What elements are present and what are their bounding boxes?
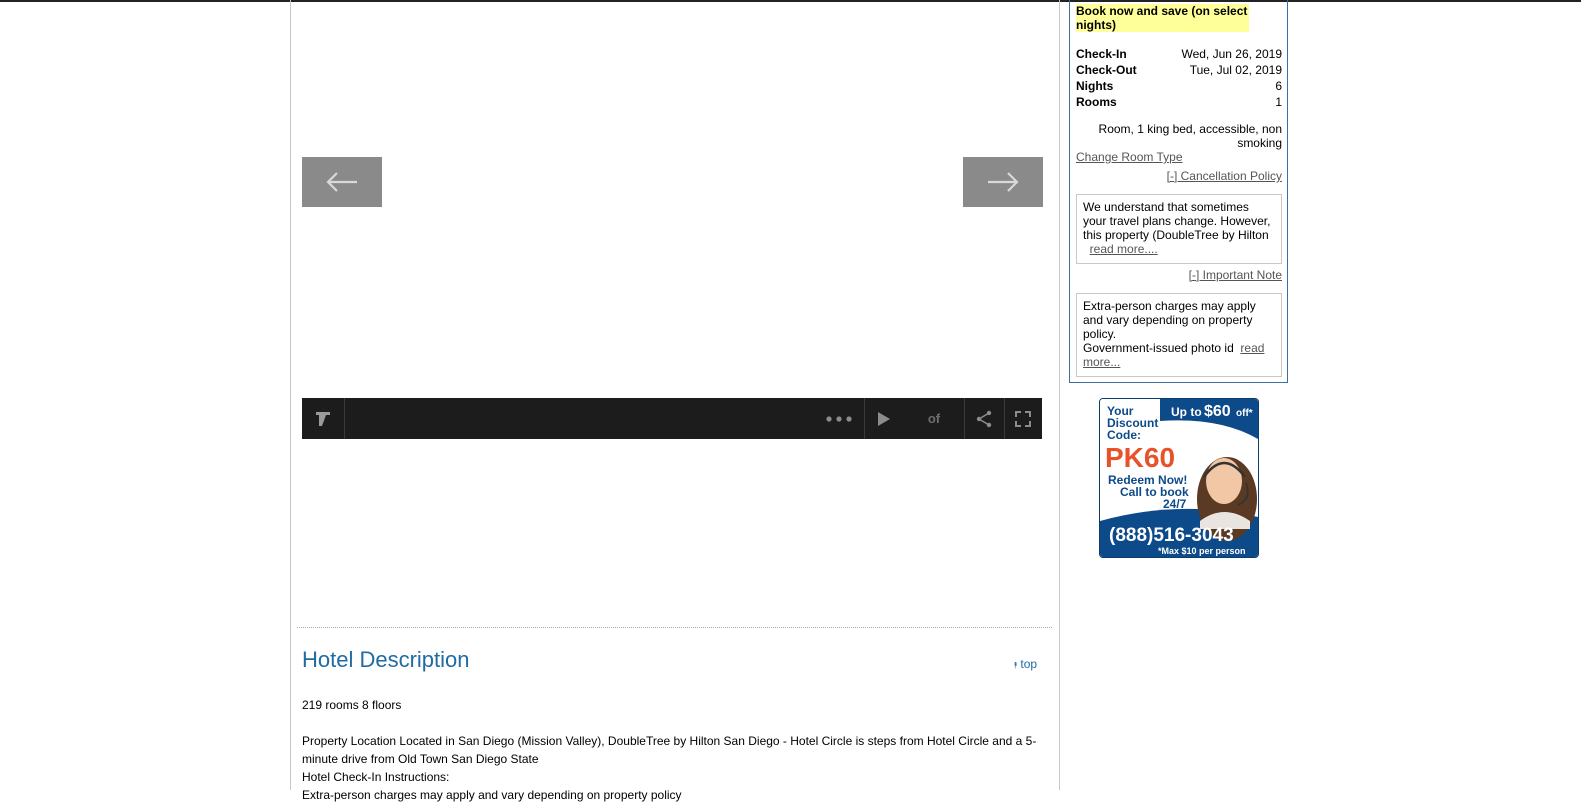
nights-label: Nights (1076, 79, 1114, 93)
player-more-button[interactable] (814, 398, 865, 439)
hotel-description-body: 219 rooms 8 floors Property Location Loc… (302, 696, 1042, 804)
important-note-text-2: Government-issued photo id (1083, 341, 1234, 355)
back-to-top-label: top (1020, 657, 1038, 671)
player-logo-icon (316, 411, 330, 426)
checkin-instructions-heading: Hotel Check-In Instructions: (302, 770, 450, 784)
fullscreen-icon (1015, 410, 1031, 427)
ad-promo-code: PK60 (1105, 442, 1175, 473)
arrow-left-icon (326, 172, 357, 192)
nights-row: Nights 6 (1076, 78, 1282, 94)
checkout-value: Tue, Jul 02, 2019 (1189, 63, 1282, 77)
play-icon (878, 411, 890, 426)
important-note-toggle[interactable]: [-] Important Note (1076, 268, 1282, 282)
rooms-value: 1 (1275, 95, 1282, 109)
cancellation-policy-text: We understand that sometimes your travel… (1083, 200, 1271, 242)
ad-code: Code: (1107, 428, 1141, 442)
player-fullscreen-button[interactable] (1004, 398, 1042, 439)
share-icon (976, 410, 992, 427)
back-to-top-link[interactable]: ⯭ top (1013, 657, 1037, 671)
gallery-next-button[interactable] (963, 157, 1043, 207)
player-counter: of (904, 398, 965, 439)
rooms-row: Rooms 1 (1076, 94, 1282, 110)
gallery-prev-button[interactable] (302, 157, 382, 207)
double-chevron-up-icon: ⯭ (1013, 660, 1019, 670)
cut-off-text: Extra-person charges may apply and vary … (302, 788, 682, 802)
checkin-row: Check-In Wed, Jun 26, 2019 (1076, 46, 1282, 62)
ad-off: off* (1236, 408, 1253, 419)
player-share-button[interactable] (964, 398, 1005, 439)
change-room-type-link[interactable]: Change Room Type (1076, 150, 1183, 164)
checkin-label: Check-In (1076, 47, 1127, 61)
rooms-floors-text: 219 rooms 8 floors (302, 698, 402, 712)
video-player-bar: of (302, 398, 1042, 439)
checkout-row: Check-Out Tue, Jul 02, 2019 (1076, 62, 1282, 78)
cancellation-policy-toggle[interactable]: [-] Cancellation Policy (1076, 169, 1282, 183)
property-location-text: Property Location Located in San Diego (… (302, 734, 1037, 766)
ad-footnote: *Max $10 per person (1158, 546, 1246, 556)
discount-ad-graphic: Your Discount Code: Up to $60 off* PK60 … (1100, 399, 1258, 557)
ad-phone: (888)516-3043 (1109, 525, 1234, 546)
player-play-button[interactable] (864, 398, 904, 439)
ad-hours: 24/7 (1163, 497, 1187, 511)
ad-up-to: Up to (1171, 405, 1202, 419)
cancellation-read-more-link[interactable]: read more.... (1090, 242, 1158, 256)
checkin-value: Wed, Jun 26, 2019 (1181, 47, 1282, 61)
ad-amount: $60 (1204, 403, 1231, 420)
checkout-label: Check-Out (1076, 63, 1137, 77)
rooms-label: Rooms (1076, 95, 1117, 109)
nights-value: 6 (1275, 79, 1282, 93)
section-divider (297, 627, 1052, 628)
important-note-box: Extra-person charges may apply and vary … (1076, 293, 1282, 377)
more-dots-icon (826, 415, 852, 422)
cancellation-policy-box: We understand that sometimes your travel… (1076, 194, 1282, 264)
room-type-text: Room, 1 king bed, accessible, non smokin… (1098, 122, 1282, 150)
important-note-text: Extra-person charges may apply and vary … (1083, 299, 1256, 341)
arrow-right-icon (988, 172, 1019, 192)
booking-details: Check-In Wed, Jun 26, 2019 Check-Out Tue… (1076, 46, 1282, 110)
promo-banner: Book now and save (on select nights) (1076, 4, 1249, 32)
player-logo-button[interactable] (302, 398, 345, 439)
hotel-description-title: Hotel Description (302, 647, 470, 672)
discount-ad-banner[interactable]: Your Discount Code: Up to $60 off* PK60 … (1099, 398, 1259, 558)
